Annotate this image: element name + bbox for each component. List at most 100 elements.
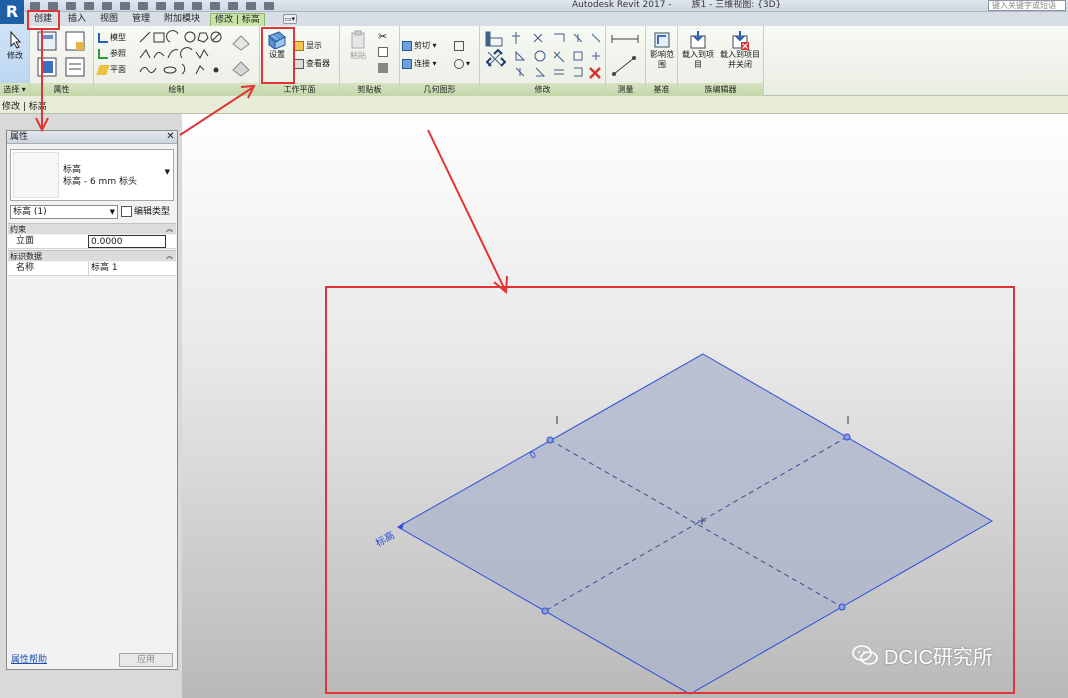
tab-addins[interactable]: 附加模块 xyxy=(160,13,204,26)
type-properties-button[interactable] xyxy=(64,56,86,81)
drawing-canvas[interactable] xyxy=(182,114,1068,698)
measure-ruler-icon xyxy=(611,35,639,43)
work-plane-show-button[interactable]: 显示 xyxy=(294,40,322,51)
group-constraints[interactable]: 约束 ︽ xyxy=(8,223,176,234)
modify-tools-grid[interactable] xyxy=(484,30,602,80)
tab-manage[interactable]: 管理 xyxy=(128,13,154,26)
thin-lines-icon[interactable] xyxy=(228,1,238,10)
panel-modify: 修改 xyxy=(480,26,606,96)
document-title: 族1 - 三维视图: {3D} xyxy=(691,0,782,10)
work-plane-viewer-button[interactable]: 查看器 xyxy=(294,58,330,69)
undo-icon[interactable] xyxy=(84,1,94,10)
tab-create[interactable]: 创建 xyxy=(30,13,56,26)
draw-tools-grid[interactable] xyxy=(138,30,224,76)
cut-clipboard-button[interactable]: ✂ xyxy=(378,30,392,42)
family-types-button[interactable] xyxy=(36,30,58,55)
reference-plane-icon xyxy=(96,64,110,75)
viewer-icon xyxy=(294,58,304,69)
revit-app-menu-icon[interactable]: R xyxy=(0,0,24,24)
print-icon[interactable] xyxy=(120,1,130,10)
pick-lines-icon xyxy=(232,35,250,51)
panel-label-measure: 测量 xyxy=(606,83,645,96)
window-title: Autodesk Revit 2017 - 族1 - 三维视图: {3D} xyxy=(572,0,781,11)
join-geometry-button[interactable]: 连接 ▾ xyxy=(402,58,437,69)
close-hidden-icon[interactable] xyxy=(246,1,256,10)
modify-button[interactable]: 修改 xyxy=(2,30,28,61)
load-and-close-button[interactable]: 载入到项目并关闭 xyxy=(718,30,762,70)
edit-type-button[interactable]: 编辑类型 xyxy=(121,205,170,219)
ribbon-collapse-button[interactable]: ▭▾ xyxy=(283,14,297,24)
tab-view[interactable]: 视图 xyxy=(96,13,122,26)
apply-button[interactable]: 应用 xyxy=(119,653,173,667)
redo-icon[interactable] xyxy=(102,1,112,10)
sync-icon[interactable] xyxy=(66,1,76,10)
3d-view-icon[interactable] xyxy=(192,1,202,10)
pick-faces-button[interactable] xyxy=(230,56,252,81)
geometry-tool-1[interactable] xyxy=(454,40,466,51)
panel-label-clipboard: 剪贴板 xyxy=(340,83,399,96)
reference-line-button[interactable]: 参照 xyxy=(98,48,126,59)
panel-clipboard: 粘贴 ✂ 剪贴板 xyxy=(340,26,400,96)
close-icon[interactable]: ✕ xyxy=(165,131,176,143)
property-row-name[interactable]: 名称 标高 1 xyxy=(8,262,176,276)
search-input[interactable]: 键入关键字或短语 xyxy=(988,0,1066,11)
load-into-project-icon xyxy=(690,31,706,49)
section-icon[interactable] xyxy=(210,1,220,10)
measure-button[interactable] xyxy=(610,34,640,47)
panel-label-modify: 修改 xyxy=(480,83,605,96)
name-input[interactable]: 标高 1 xyxy=(88,262,166,275)
copy-clipboard-button[interactable] xyxy=(378,46,390,57)
options-bar: 修改 | 标高 xyxy=(0,96,1068,114)
collapse-icon: ︽ xyxy=(166,252,173,260)
geometry-tool-2[interactable]: ▾ xyxy=(454,58,470,69)
model-line-button[interactable]: 模型 xyxy=(98,32,126,43)
instance-filter-dropdown[interactable]: 标高 (1) ▼ xyxy=(10,205,118,219)
arrow-down-icon xyxy=(35,117,49,133)
wechat-icon xyxy=(852,645,878,665)
paste-icon xyxy=(351,30,365,49)
paste-button[interactable]: 粘贴 xyxy=(346,30,370,61)
grid-plane-icon xyxy=(268,31,286,49)
panel-label-work-plane: 工作平面 xyxy=(260,83,339,96)
pick-lines-button[interactable] xyxy=(230,30,252,55)
tab-insert[interactable]: 插入 xyxy=(64,13,90,26)
cut-geometry-icon xyxy=(402,40,412,51)
aligned-dimension-button[interactable] xyxy=(610,54,640,81)
group-identity-data[interactable]: 标识数据 ︽ xyxy=(8,250,176,261)
switch-windows-icon[interactable] xyxy=(264,1,274,10)
work-plane-set-button[interactable]: 设置 xyxy=(263,29,291,60)
panel-select: 修改 选择 ▾ xyxy=(0,26,30,96)
property-row-elevation[interactable]: 立面 0.0000 xyxy=(8,235,176,249)
elevation-input[interactable]: 0.0000 xyxy=(88,235,166,248)
pick-faces-icon xyxy=(232,61,250,77)
type-name: 标高 - 6 mm 标头 xyxy=(63,177,137,187)
open-icon[interactable] xyxy=(30,1,40,10)
type-thumbnail xyxy=(13,152,59,198)
show-plane-icon xyxy=(294,40,304,51)
measure-icon[interactable] xyxy=(138,1,148,10)
void-icon xyxy=(454,58,464,69)
text-icon[interactable] xyxy=(174,1,184,10)
save-icon[interactable] xyxy=(48,1,58,10)
type-selector[interactable]: 标高 标高 - 6 mm 标头 ▼ xyxy=(10,149,174,201)
reference-plane-button[interactable]: 平面 xyxy=(96,64,126,75)
panel-datum: 影响范围 基准 xyxy=(646,26,678,96)
chevron-down-icon: ▼ xyxy=(164,168,170,176)
load-into-project-button[interactable]: 载入到项目 xyxy=(680,30,716,70)
join-geometry-icon xyxy=(402,58,412,69)
watermark-text: DCIC研究所 xyxy=(884,646,993,669)
panel-geometry: 剪切 ▾ 连接 ▾ ▾ 几何图形 xyxy=(400,26,480,96)
quick-access-toolbar xyxy=(30,0,274,11)
properties-header[interactable]: 属性 ✕ xyxy=(7,131,177,144)
tab-modify-level[interactable]: 修改 | 标高 xyxy=(210,13,265,26)
match-properties-button[interactable] xyxy=(378,62,390,73)
copy-icon xyxy=(378,46,388,57)
family-category-button[interactable] xyxy=(64,30,86,55)
properties-button[interactable] xyxy=(36,56,58,81)
dimension-icon[interactable] xyxy=(156,1,166,10)
panel-label-family-editor: 族编辑器 xyxy=(678,83,763,96)
scope-box-button[interactable]: 影响范围 xyxy=(648,30,676,70)
chevron-down-icon: ▼ xyxy=(109,208,115,216)
properties-help-link[interactable]: 属性帮助 xyxy=(11,652,47,665)
cut-geometry-button[interactable]: 剪切 ▾ xyxy=(402,40,437,51)
